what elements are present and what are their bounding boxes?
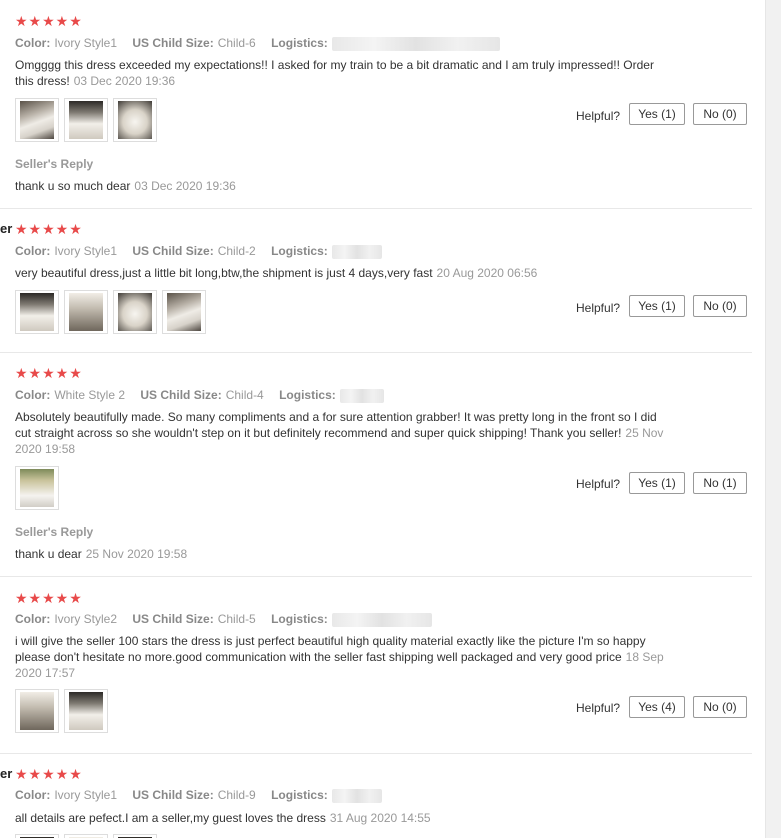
review-item: er ★★★★★ Color: Ivory Style1 US Child Siz… — [0, 208, 752, 353]
review-body: all details are pefect.I am a seller,my … — [15, 811, 326, 825]
review-photos — [15, 689, 108, 733]
helpful-no-button[interactable]: No (0) — [693, 696, 747, 718]
seller-reply-title: Seller's Reply — [15, 525, 94, 539]
color-value: Ivory Style2 — [54, 612, 118, 626]
review-meta: Color: White Style 2 US Child Size: Child-… — [15, 388, 384, 403]
review-text: i will give the seller 100 stars the dre… — [15, 633, 670, 681]
review-body: Absolutely beautifully made. So many com… — [15, 410, 657, 440]
review-meta: Color: Ivory Style2 US Child Size: Child-5… — [15, 612, 432, 627]
size-value: Child-4 — [225, 388, 264, 402]
review-date: 03 Dec 2020 19:36 — [73, 74, 176, 88]
review-text: very beautiful dress,just a little bit l… — [15, 265, 670, 281]
logistics-label: Logistics: — [271, 36, 328, 50]
star-rating: ★★★★★ — [15, 766, 83, 782]
reviewer-name-fragment: er — [0, 766, 13, 781]
logistics-label: Logistics: — [271, 244, 328, 258]
star-rating: ★★★★★ — [15, 13, 83, 29]
color-label: Color: — [15, 788, 51, 802]
review-photo[interactable] — [64, 290, 108, 334]
review-text: all details are pefect.I am a seller,my … — [15, 810, 670, 826]
review-body: very beautiful dress,just a little bit l… — [15, 266, 433, 280]
size-label: US Child Size: — [140, 388, 222, 402]
review-meta: Color: Ivory Style1 US Child Size: Child-2… — [15, 244, 382, 259]
size-value: Child-5 — [217, 612, 256, 626]
review-meta: Color: Ivory Style1 US Child Size: Child-9… — [15, 788, 382, 803]
star-rating: ★★★★★ — [15, 365, 83, 381]
color-label: Color: — [15, 388, 51, 402]
logistics-label: Logistics: — [271, 788, 328, 802]
color-value: Ivory Style1 — [54, 36, 118, 50]
review-date: 20 Aug 2020 06:56 — [436, 266, 538, 280]
logistics-label: Logistics: — [279, 388, 336, 402]
review-photo[interactable] — [15, 689, 59, 733]
helpful-no-button[interactable]: No (0) — [693, 295, 747, 317]
helpful-yes-button[interactable]: Yes (1) — [629, 295, 685, 317]
logistics-value-blurred — [331, 612, 432, 627]
seller-reply-text: thank u so much dear — [15, 179, 131, 193]
helpful-label: Helpful? — [576, 301, 621, 315]
review-photo[interactable] — [113, 98, 157, 142]
review-photo[interactable] — [15, 290, 59, 334]
logistics-label: Logistics: — [271, 612, 328, 626]
helpful-yes-button[interactable]: Yes (1) — [629, 103, 685, 125]
review-photo[interactable] — [15, 834, 59, 838]
helpful-label: Helpful? — [576, 701, 621, 715]
color-label: Color: — [15, 612, 51, 626]
color-label: Color: — [15, 244, 51, 258]
seller-reply-date: 03 Dec 2020 19:36 — [134, 179, 236, 193]
helpful-label: Helpful? — [576, 477, 621, 491]
star-rating: ★★★★★ — [15, 221, 83, 237]
logistics-value-blurred — [331, 244, 382, 259]
review-photo[interactable] — [162, 290, 206, 334]
size-value: Child-6 — [217, 36, 256, 50]
review-photos — [15, 466, 59, 510]
review-photo[interactable] — [64, 98, 108, 142]
review-photo[interactable] — [113, 834, 157, 838]
review-text: Omgggg this dress exceeded my expectatio… — [15, 57, 670, 89]
review-photo[interactable] — [15, 98, 59, 142]
seller-reply: thank u dear 25 Nov 2020 19:58 — [15, 547, 187, 561]
review-meta: Color: Ivory Style1 US Child Size: Child-6… — [15, 36, 500, 51]
review-item: ★★★★★ Color: Ivory Style1 US Child Size: C… — [0, 0, 752, 209]
review-item: ★★★★★ Color: Ivory Style2 US Child Size: C… — [0, 576, 752, 754]
size-label: US Child Size: — [132, 36, 214, 50]
seller-reply-title: Seller's Reply — [15, 157, 94, 171]
review-item: ★★★★★ Color: White Style 2 US Child Size:… — [0, 352, 752, 577]
size-label: US Child Size: — [132, 612, 214, 626]
review-photos — [15, 834, 157, 838]
logistics-value-blurred — [331, 788, 382, 803]
size-value: Child-2 — [217, 244, 256, 258]
review-text: Absolutely beautifully made. So many com… — [15, 409, 670, 457]
reviewer-name-fragment: er — [0, 221, 13, 236]
logistics-value-blurred — [331, 36, 500, 51]
color-value: Ivory Style1 — [54, 244, 118, 258]
review-photo[interactable] — [64, 834, 108, 838]
size-label: US Child Size: — [132, 244, 214, 258]
color-value: Ivory Style1 — [54, 788, 118, 802]
review-photos — [15, 98, 157, 142]
size-label: US Child Size: — [132, 788, 214, 802]
seller-reply-text: thank u dear — [15, 547, 82, 561]
review-photo[interactable] — [64, 689, 108, 733]
helpful-no-button[interactable]: No (1) — [693, 472, 747, 494]
color-label: Color: — [15, 36, 51, 50]
seller-reply: thank u so much dear 03 Dec 2020 19:36 — [15, 179, 236, 193]
helpful-label: Helpful? — [576, 109, 621, 123]
star-rating: ★★★★★ — [15, 590, 83, 606]
helpful-no-button[interactable]: No (0) — [693, 103, 747, 125]
review-date: 31 Aug 2020 14:55 — [329, 811, 431, 825]
review-body: i will give the seller 100 stars the dre… — [15, 634, 646, 664]
helpful-yes-button[interactable]: Yes (4) — [629, 696, 685, 718]
review-item: er ★★★★★ Color: Ivory Style1 US Child Siz… — [0, 753, 752, 838]
size-value: Child-9 — [217, 788, 256, 802]
review-photo[interactable] — [113, 290, 157, 334]
logistics-value-blurred — [339, 388, 384, 403]
helpful-yes-button[interactable]: Yes (1) — [629, 472, 685, 494]
review-photos — [15, 290, 206, 334]
review-photo[interactable] — [15, 466, 59, 510]
seller-reply-date: 25 Nov 2020 19:58 — [85, 547, 188, 561]
scrollbar[interactable] — [765, 0, 781, 838]
color-value: White Style 2 — [54, 388, 126, 402]
